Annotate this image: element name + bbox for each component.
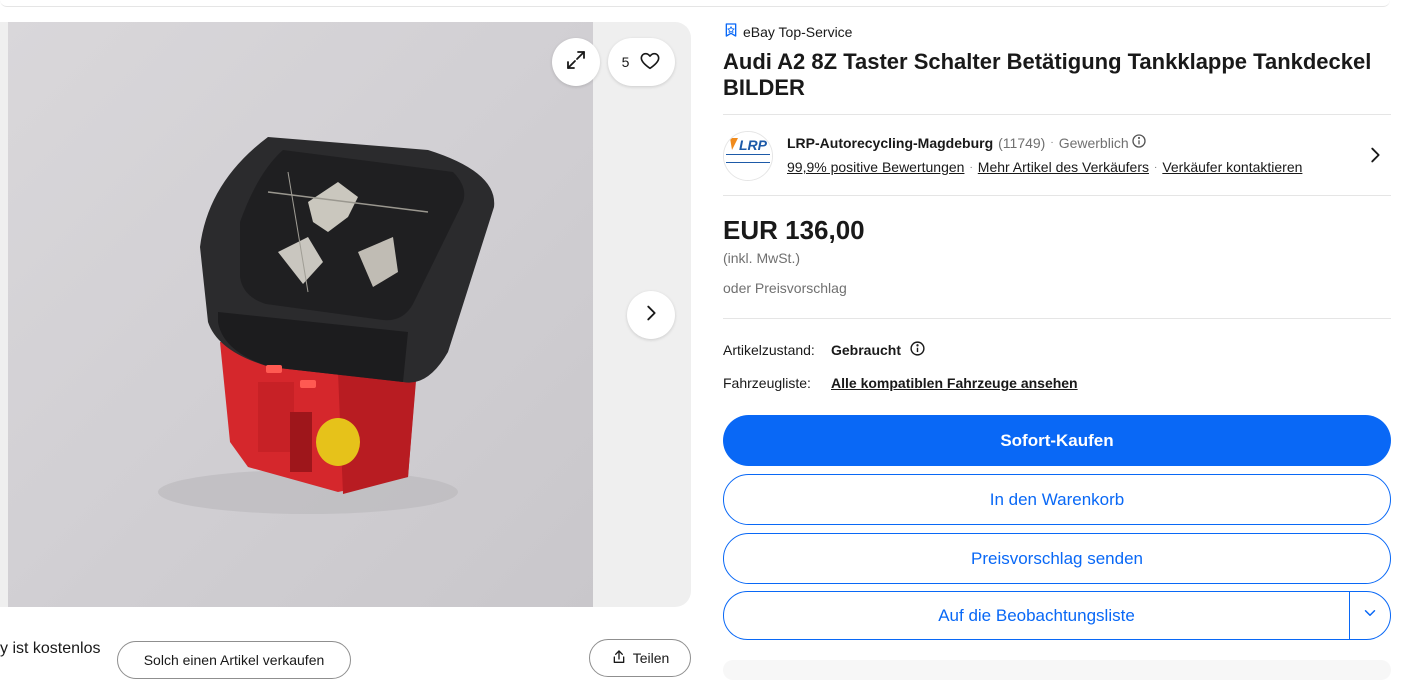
divider [723,114,1391,115]
condition-value: Gebraucht [831,342,902,358]
seller-chevron-icon[interactable] [1364,144,1386,166]
seller-name[interactable]: LRP-Autorecycling-Magdeburg [787,135,993,151]
sell-similar-button[interactable]: Solch einen Artikel verkaufen [117,641,351,679]
vehicles-label: Fahrzeugliste: [723,375,811,391]
contact-seller-link[interactable]: Verkäufer kontaktieren [1162,159,1302,175]
seller-info: LRP-Autorecycling-Magdeburg (11749) · Ge… [787,133,1147,152]
compatible-vehicles-link[interactable]: Alle kompatiblen Fahrzeuge ansehen [831,375,1078,391]
watchlist-dropdown-button[interactable] [1349,592,1390,639]
buy-now-button[interactable]: Sofort-Kaufen [723,415,1391,466]
watch-count: 5 [621,54,630,70]
chevron-down-icon [1361,604,1379,627]
divider [723,318,1391,319]
chevron-right-icon [640,302,662,329]
image-gallery: 5 [0,22,691,607]
seller-type: Gewerblich [1058,134,1129,151]
heart-icon [639,50,661,75]
seller-feedback-count: (11749) [998,134,1046,151]
top-divider [0,0,1390,7]
vehicles-row: Fahrzeugliste: Alle kompatiblen Fahrzeug… [723,375,1078,391]
next-image-button[interactable] [627,291,675,339]
positive-feedback-link[interactable]: 99,9% positive Bewertungen [787,159,964,175]
seller-logo[interactable]: LRP [723,131,773,181]
offer-note: oder Preisvorschlag [723,280,847,296]
info-icon[interactable] [1131,133,1147,152]
separator-dot: · [1050,137,1054,148]
add-to-cart-button[interactable]: In den Warenkorb [723,474,1391,525]
divider [723,195,1391,196]
condition-label: Artikelzustand: [723,342,815,358]
info-icon[interactable] [909,340,926,360]
share-icon [611,649,627,668]
separator-dot: · [1153,161,1158,173]
next-section-card [723,660,1391,680]
top-service-label: eBay Top-Service [743,23,853,40]
separator-dot: · [969,161,973,173]
vat-note: (inkl. MwSt.) [723,250,800,266]
expand-button[interactable] [552,38,600,86]
make-offer-button[interactable]: Preisvorschlag senden [723,533,1391,584]
share-label: Teilen [632,650,670,666]
top-service-icon [723,22,739,41]
listing-title: Audi A2 8Z Taster Schalter Betätigung Ta… [723,49,1372,100]
seller-logo-text: LRP [739,137,768,153]
watchlist-split-button: Auf die Beobachtungsliste [723,591,1391,640]
product-image[interactable] [8,22,593,607]
expand-icon [564,48,588,77]
add-to-watchlist-button[interactable]: Auf die Beobachtungsliste [724,592,1349,639]
free-listing-text: y ist kostenlos [0,640,101,657]
seller-links: 99,9% positive Bewertungen · Mehr Artike… [787,159,1302,175]
condition-row: Artikelzustand: Gebraucht [723,340,926,360]
more-items-link[interactable]: Mehr Artikel des Verkäufers [978,159,1149,175]
share-button[interactable]: Teilen [589,639,691,677]
watch-count-button[interactable]: 5 [608,38,675,86]
top-service-badge: eBay Top-Service [723,22,852,41]
price: EUR 136,00 [723,215,865,245]
